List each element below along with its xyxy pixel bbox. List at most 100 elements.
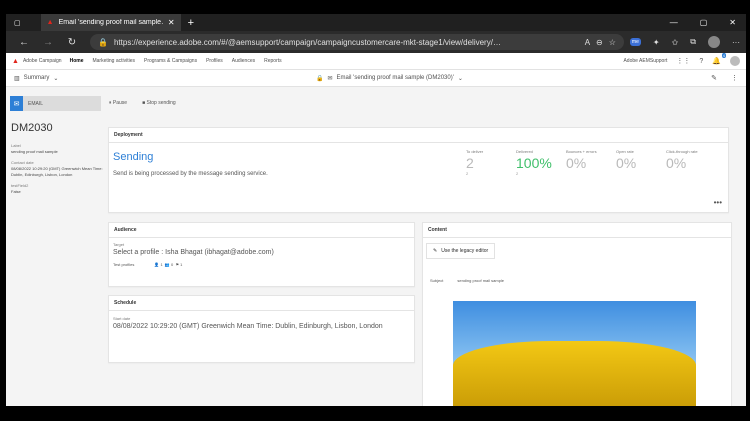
start-date-label: Start date [113,316,131,321]
target-value[interactable]: Select a profile : Isha Bhagat (ibhagat@… [113,249,410,256]
field-value: sending proof mail sample [11,149,58,154]
help-icon[interactable]: ? [699,58,703,65]
metric-label: Bounces + errors [566,149,597,154]
tulips-image [453,341,696,406]
nav-reports[interactable]: Reports [264,58,282,64]
minimize-icon[interactable]: — [670,18,678,27]
test-profiles: Test profiles 👤 1 👥 0 ⚑ 1 [113,262,410,267]
nav-home[interactable]: Home [70,58,84,64]
metric-sub: 2 [466,171,469,176]
email-type-icon: ✉ [10,96,23,111]
deployment-card: Deployment Sending Send is being process… [108,127,729,213]
delivery-id: DM2030 [11,122,53,134]
delivery-type-badge: ✉ EMAIL [10,96,101,111]
summary-dropdown[interactable]: ▥ Summary ⌄ [14,75,58,82]
metric-bounces[interactable]: Bounces + errors 0% [566,149,616,176]
app-header: ▲ Adobe Campaign Home Marketing activiti… [6,53,746,70]
url-field[interactable]: 🔒 https://experience.adobe.com/#/@aemsup… [90,34,624,50]
test-profiles-label: Test profiles [113,262,135,267]
delivery-meta: Label sending proof mail sample Contact … [11,143,104,195]
subject-value: sending proof mail sample [457,278,505,283]
field-value: 08/08/2022 10:29:20 (GMT) Greenwich Mean… [11,166,103,177]
summary-sidebar: ✉ EMAIL DM2030 Label sending proof mail … [6,87,104,406]
card-title: Content [423,223,731,238]
breadcrumb[interactable]: 🔒 ✉ Email 'sending proof mail sample (DM… [316,75,463,82]
pause-label: Pause [112,100,128,106]
legacy-editor-label: Use the legacy editor [441,248,489,254]
metric-to-deliver[interactable]: To deliver 2 2 [466,149,516,176]
metric-label: Open rate [616,149,634,154]
user-avatar[interactable] [730,56,740,66]
pause-icon: ⏸ [109,100,112,106]
delivery-metrics: To deliver 2 2 Delivered 100% 2 Bounces … [466,149,716,176]
card-title: Schedule [109,296,414,311]
more-icon[interactable]: ⋮ [731,74,738,82]
close-window-icon[interactable]: ✕ [729,18,736,27]
nav-programs-campaigns[interactable]: Programs & Campaigns [144,58,197,64]
metric-label: To deliver [466,149,484,154]
card-title: Deployment [109,128,728,143]
forward-icon[interactable]: → [36,37,60,48]
browser-tab[interactable]: ▲ Email 'sending proof mail sample… ✕ [40,14,181,31]
back-icon[interactable]: ← [12,37,36,48]
pencil-icon: ✎ [433,248,438,254]
content-card: Content ✎ Use the legacy editor Subject … [422,222,732,406]
more-options-icon[interactable]: ••• [714,198,722,207]
refresh-icon[interactable]: ↻ [60,37,84,48]
metric-label: Click-through rate [666,149,698,154]
lock-icon: 🔒 [316,75,324,82]
metric-sub: 2 [516,171,519,176]
nav-marketing-activities[interactable]: Marketing activities [92,58,135,64]
edit-icon[interactable]: ✎ [711,74,717,82]
email-preview-image [453,301,696,406]
profile-avatar[interactable] [708,36,720,48]
main-content: ⏸ Pause ■ Stop sending Deployment Sendin… [107,87,746,406]
tab-title: Email 'sending proof mail sample… [58,19,163,26]
tab-actions-icon[interactable]: ▢ [14,19,21,27]
metric-delivered[interactable]: Delivered 100% 2 [516,149,566,176]
collections-icon[interactable]: ⧉ [690,37,696,47]
new-tab-icon[interactable]: + [188,17,194,29]
status-description: Send is being processed by the message s… [113,171,268,177]
metric-click-through[interactable]: Click-through rate 0% [666,149,716,176]
legacy-editor-button[interactable]: ✎ Use the legacy editor [426,243,496,259]
metric-open-rate[interactable]: Open rate 0% [616,149,666,176]
app-name[interactable]: Adobe Campaign [23,58,62,64]
nav-audiences[interactable]: Audiences [232,58,255,64]
test-count: 1 [180,262,183,267]
tab-close-icon[interactable]: ✕ [168,18,175,27]
panel-icon: ▥ [14,75,20,82]
schedule-card: Schedule Start date 08/08/2022 10:29:20 … [108,295,415,363]
target-label: Target [113,242,125,247]
adobe-logo-icon: ▲ [12,57,19,65]
stop-sending-button[interactable]: ■ Stop sending [142,100,176,106]
delivery-status: Sending [113,151,154,163]
pause-button[interactable]: ⏸ Pause [109,100,127,106]
favorite-star-icon[interactable]: ☆ [609,38,616,47]
field-value: False [11,189,21,194]
stop-label: Stop sending [146,100,176,106]
tab-bar: ▢ ▲ Email 'sending proof mail sample… ✕ … [6,14,746,31]
zoom-icon[interactable]: ⊖ [596,38,603,47]
org-name[interactable]: Adobe AEMSupport [623,58,667,64]
metric-value: 0% [666,155,687,171]
lock-icon: 🔒 [98,37,108,47]
sub-header: ▥ Summary ⌄ 🔒 ✉ Email 'sending proof mai… [6,70,746,87]
menu-dots-icon[interactable]: ··· [732,38,740,47]
extensions-icon[interactable]: ✦ [653,38,660,47]
notifications-icon[interactable]: 🔔 4 [712,53,726,65]
read-aloud-icon[interactable]: A [585,38,590,47]
extension-badge-icon[interactable]: me [629,38,641,46]
summary-label: Summary [23,74,50,81]
favorites-icon[interactable]: ✩ [672,38,679,47]
breadcrumb-label: Email 'sending proof mail sample (DM2030… [336,75,454,81]
delivery-type-label: EMAIL [28,100,44,107]
start-date-value: 08/08/2022 10:29:20 (GMT) Greenwich Mean… [113,323,383,330]
action-bar: ⏸ Pause ■ Stop sending [109,100,746,106]
adobe-favicon-icon: ▲ [46,19,54,26]
metric-value: 0% [566,155,587,171]
apps-grid-icon[interactable]: ⋮⋮ [676,57,690,65]
maximize-icon[interactable]: ▢ [700,18,708,27]
nav-profiles[interactable]: Profiles [206,58,223,64]
subject-row: Subject sending proof mail sample [430,278,504,283]
